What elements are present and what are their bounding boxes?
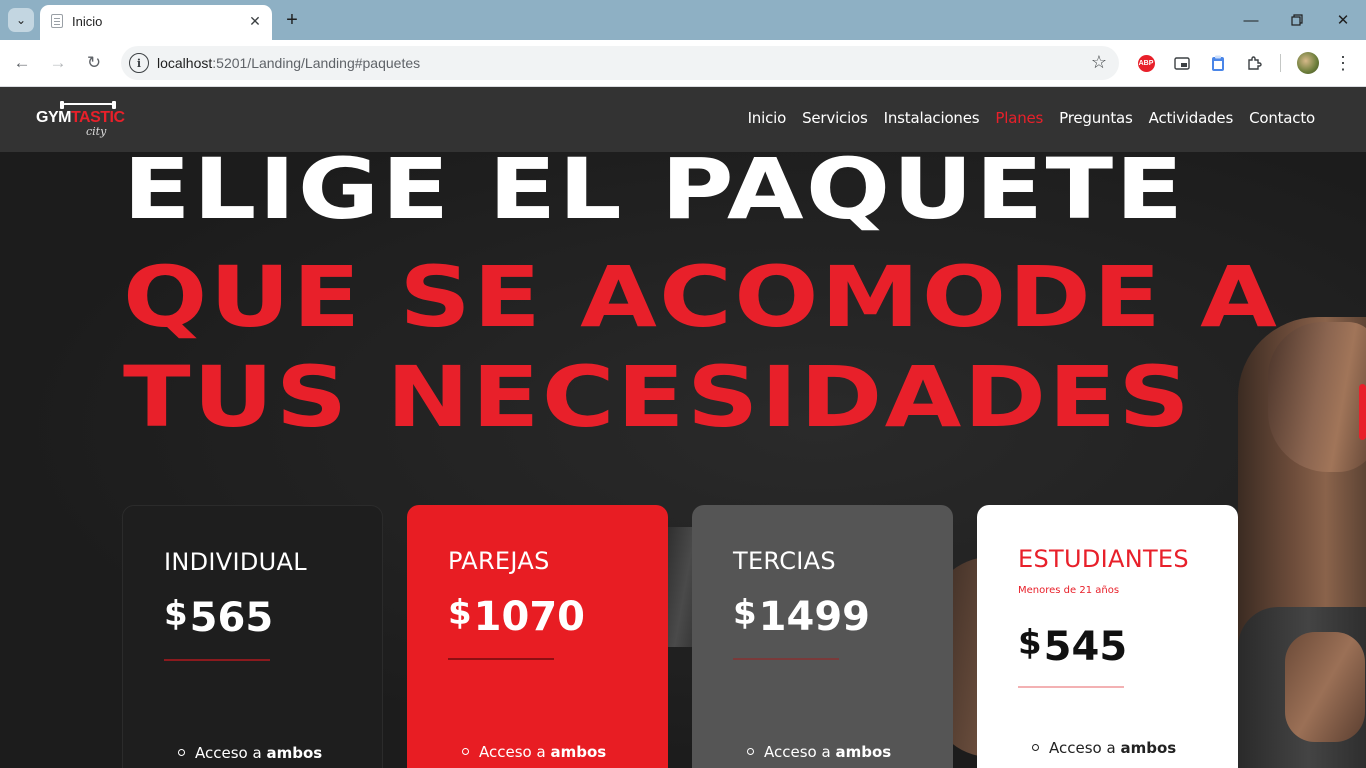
browser-toolbar: ← → ↻ i localhost:5201/Landing/Landing#p… <box>0 40 1366 87</box>
plan-card-parejas[interactable]: PAREJAS $1070 Acceso a ambos <box>407 505 668 768</box>
plan-divider <box>164 659 270 661</box>
plan-name: INDIVIDUAL <box>164 548 307 576</box>
plan-feature-item: Acceso a ambos <box>1032 739 1176 757</box>
close-tab-icon[interactable]: ✕ <box>246 12 264 30</box>
plan-subtitle: Menores de 21 años <box>1018 585 1120 596</box>
main-menu: Inicio Servicios Instalaciones Planes Pr… <box>748 109 1316 127</box>
new-tab-plus-icon[interactable]: + <box>281 9 303 31</box>
bookmark-star-icon[interactable]: ☆ <box>1091 52 1107 73</box>
address-bar[interactable]: i localhost:5201/Landing/Landing#paquete… <box>121 46 1119 80</box>
section-heading-line-2: QUE SE ACOMODE A <box>123 248 1280 346</box>
back-arrow-icon[interactable]: ← <box>10 51 34 75</box>
plan-name: PAREJAS <box>448 547 550 575</box>
athlete-fist-image <box>1285 632 1365 742</box>
gymtastic-logo[interactable]: GYMTASTIC city <box>36 101 140 139</box>
athlete-head-image <box>1268 322 1366 472</box>
page-favicon-icon <box>51 14 63 28</box>
picture-in-picture-icon[interactable] <box>1172 53 1192 73</box>
site-info-icon[interactable]: i <box>129 53 149 73</box>
close-window-icon[interactable]: ✕ <box>1331 8 1355 32</box>
tab-title: Inicio <box>72 14 103 29</box>
nav-link-planes[interactable]: Planes <box>995 109 1043 127</box>
extensions-puzzle-icon[interactable] <box>1244 53 1264 73</box>
plan-name: ESTUDIANTES <box>1018 545 1189 573</box>
plan-price: $1070 <box>448 593 585 640</box>
section-heading-line-1: ELIGE EL PAQUETE <box>123 140 1186 238</box>
nav-link-servicios[interactable]: Servicios <box>802 109 868 127</box>
plan-card-individual[interactable]: INDIVIDUAL $565 Acceso a ambos <box>122 505 383 768</box>
plan-divider <box>1018 686 1124 688</box>
page-viewport: ELIGE EL PAQUETE QUE SE ACOMODE A TUS NE… <box>0 87 1366 768</box>
plan-divider <box>733 658 839 660</box>
bullet-circle-icon <box>1032 744 1039 751</box>
plan-feature-item: Acceso a ambos <box>747 743 891 761</box>
section-heading-line-3: TUS NECESIDADES <box>123 348 1193 446</box>
nav-link-instalaciones[interactable]: Instalaciones <box>884 109 980 127</box>
bullet-circle-icon <box>462 748 469 755</box>
scroll-progress-indicator[interactable] <box>1359 384 1366 440</box>
bullet-circle-icon <box>178 749 185 756</box>
browser-menu-kebab-icon[interactable]: ⋮ <box>1333 52 1353 74</box>
adblock-plus-icon[interactable]: ABP <box>1136 53 1156 73</box>
plan-price: $1499 <box>733 593 870 640</box>
plan-divider <box>448 658 554 660</box>
toolbar-separator <box>1280 54 1281 72</box>
site-header: GYMTASTIC city Inicio Servicios Instalac… <box>0 87 1366 152</box>
nav-link-preguntas[interactable]: Preguntas <box>1059 109 1133 127</box>
plan-price: $545 <box>1018 623 1128 670</box>
bullet-circle-icon <box>747 748 754 755</box>
forward-arrow-icon[interactable]: → <box>46 51 70 75</box>
plan-price: $565 <box>164 594 274 641</box>
url-text[interactable]: localhost:5201/Landing/Landing#paquetes <box>157 55 420 71</box>
nav-link-inicio[interactable]: Inicio <box>748 109 787 127</box>
plan-card-tercias[interactable]: TERCIAS $1499 Acceso a ambos <box>692 505 953 768</box>
clipboard-extension-icon[interactable] <box>1208 53 1228 73</box>
profile-avatar[interactable] <box>1297 52 1319 74</box>
reload-icon[interactable]: ↻ <box>82 51 106 75</box>
minimize-icon[interactable]: — <box>1239 8 1263 32</box>
plan-feature-item: Acceso a ambos <box>462 743 606 761</box>
tab-search-chevron-down-icon[interactable]: ⌄ <box>8 8 34 32</box>
nav-link-actividades[interactable]: Actividades <box>1149 109 1234 127</box>
plan-name: TERCIAS <box>733 547 836 575</box>
plan-card-estudiantes[interactable]: ESTUDIANTES Menores de 21 años $545 Acce… <box>977 505 1238 768</box>
tab-strip: ⌄ Inicio ✕ + — ✕ <box>0 0 1366 40</box>
plan-feature-item: Acceso a ambos <box>178 744 322 762</box>
browser-tab[interactable]: Inicio ✕ <box>40 5 272 40</box>
restore-window-icon[interactable] <box>1285 8 1309 32</box>
nav-link-contacto[interactable]: Contacto <box>1249 109 1315 127</box>
